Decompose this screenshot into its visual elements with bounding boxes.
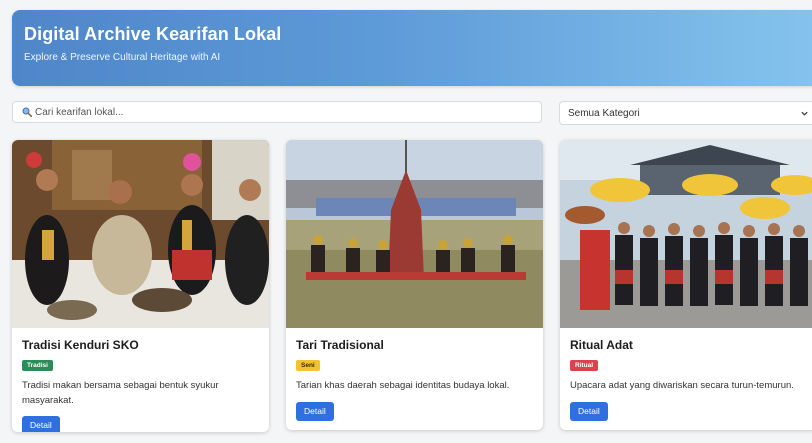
detail-button[interactable]: Detail — [570, 402, 608, 421]
card-description: Upacara adat yang diwariskan secara turu… — [570, 380, 794, 391]
card-image — [12, 140, 269, 328]
category-select-value: Semua Kategori — [568, 108, 640, 119]
card-description: Tarian khas daerah sebagai identitas bud… — [296, 380, 510, 391]
card-title: Ritual Adat — [570, 338, 633, 352]
category-select[interactable]: Semua Kategori — [559, 101, 812, 125]
search-input[interactable] — [35, 105, 525, 120]
page-title: Digital Archive Kearifan Lokal — [24, 24, 282, 44]
page-subtitle: Explore & Preserve Cultural Heritage wit… — [24, 52, 221, 63]
category-badge: Tradisi — [22, 360, 53, 371]
category-badge: Seni — [296, 360, 320, 371]
card-tari: Tari Tradisional Seni Tarian khas daerah… — [286, 140, 543, 430]
chevron-down-icon — [801, 111, 808, 116]
card-title: Tradisi Kenduri SKO — [22, 338, 139, 352]
detail-button[interactable]: Detail — [296, 402, 334, 421]
card-image — [560, 140, 812, 328]
search-icon — [22, 107, 32, 117]
card-kenduri: Tradisi Kenduri SKO Tradisi Tradisi maka… — [12, 140, 269, 432]
card-ritual: Ritual Adat Ritual Upacara adat yang diw… — [560, 140, 812, 430]
category-badge: Ritual — [570, 360, 599, 371]
detail-button[interactable]: Detail — [22, 416, 60, 432]
card-image — [286, 140, 543, 328]
card-description: Tradisi makan bersama sebagai bentuk syu… — [22, 380, 219, 406]
search-box[interactable] — [12, 101, 542, 123]
header-banner: Digital Archive Kearifan Lokal Explore &… — [12, 10, 812, 86]
card-title: Tari Tradisional — [296, 338, 384, 352]
